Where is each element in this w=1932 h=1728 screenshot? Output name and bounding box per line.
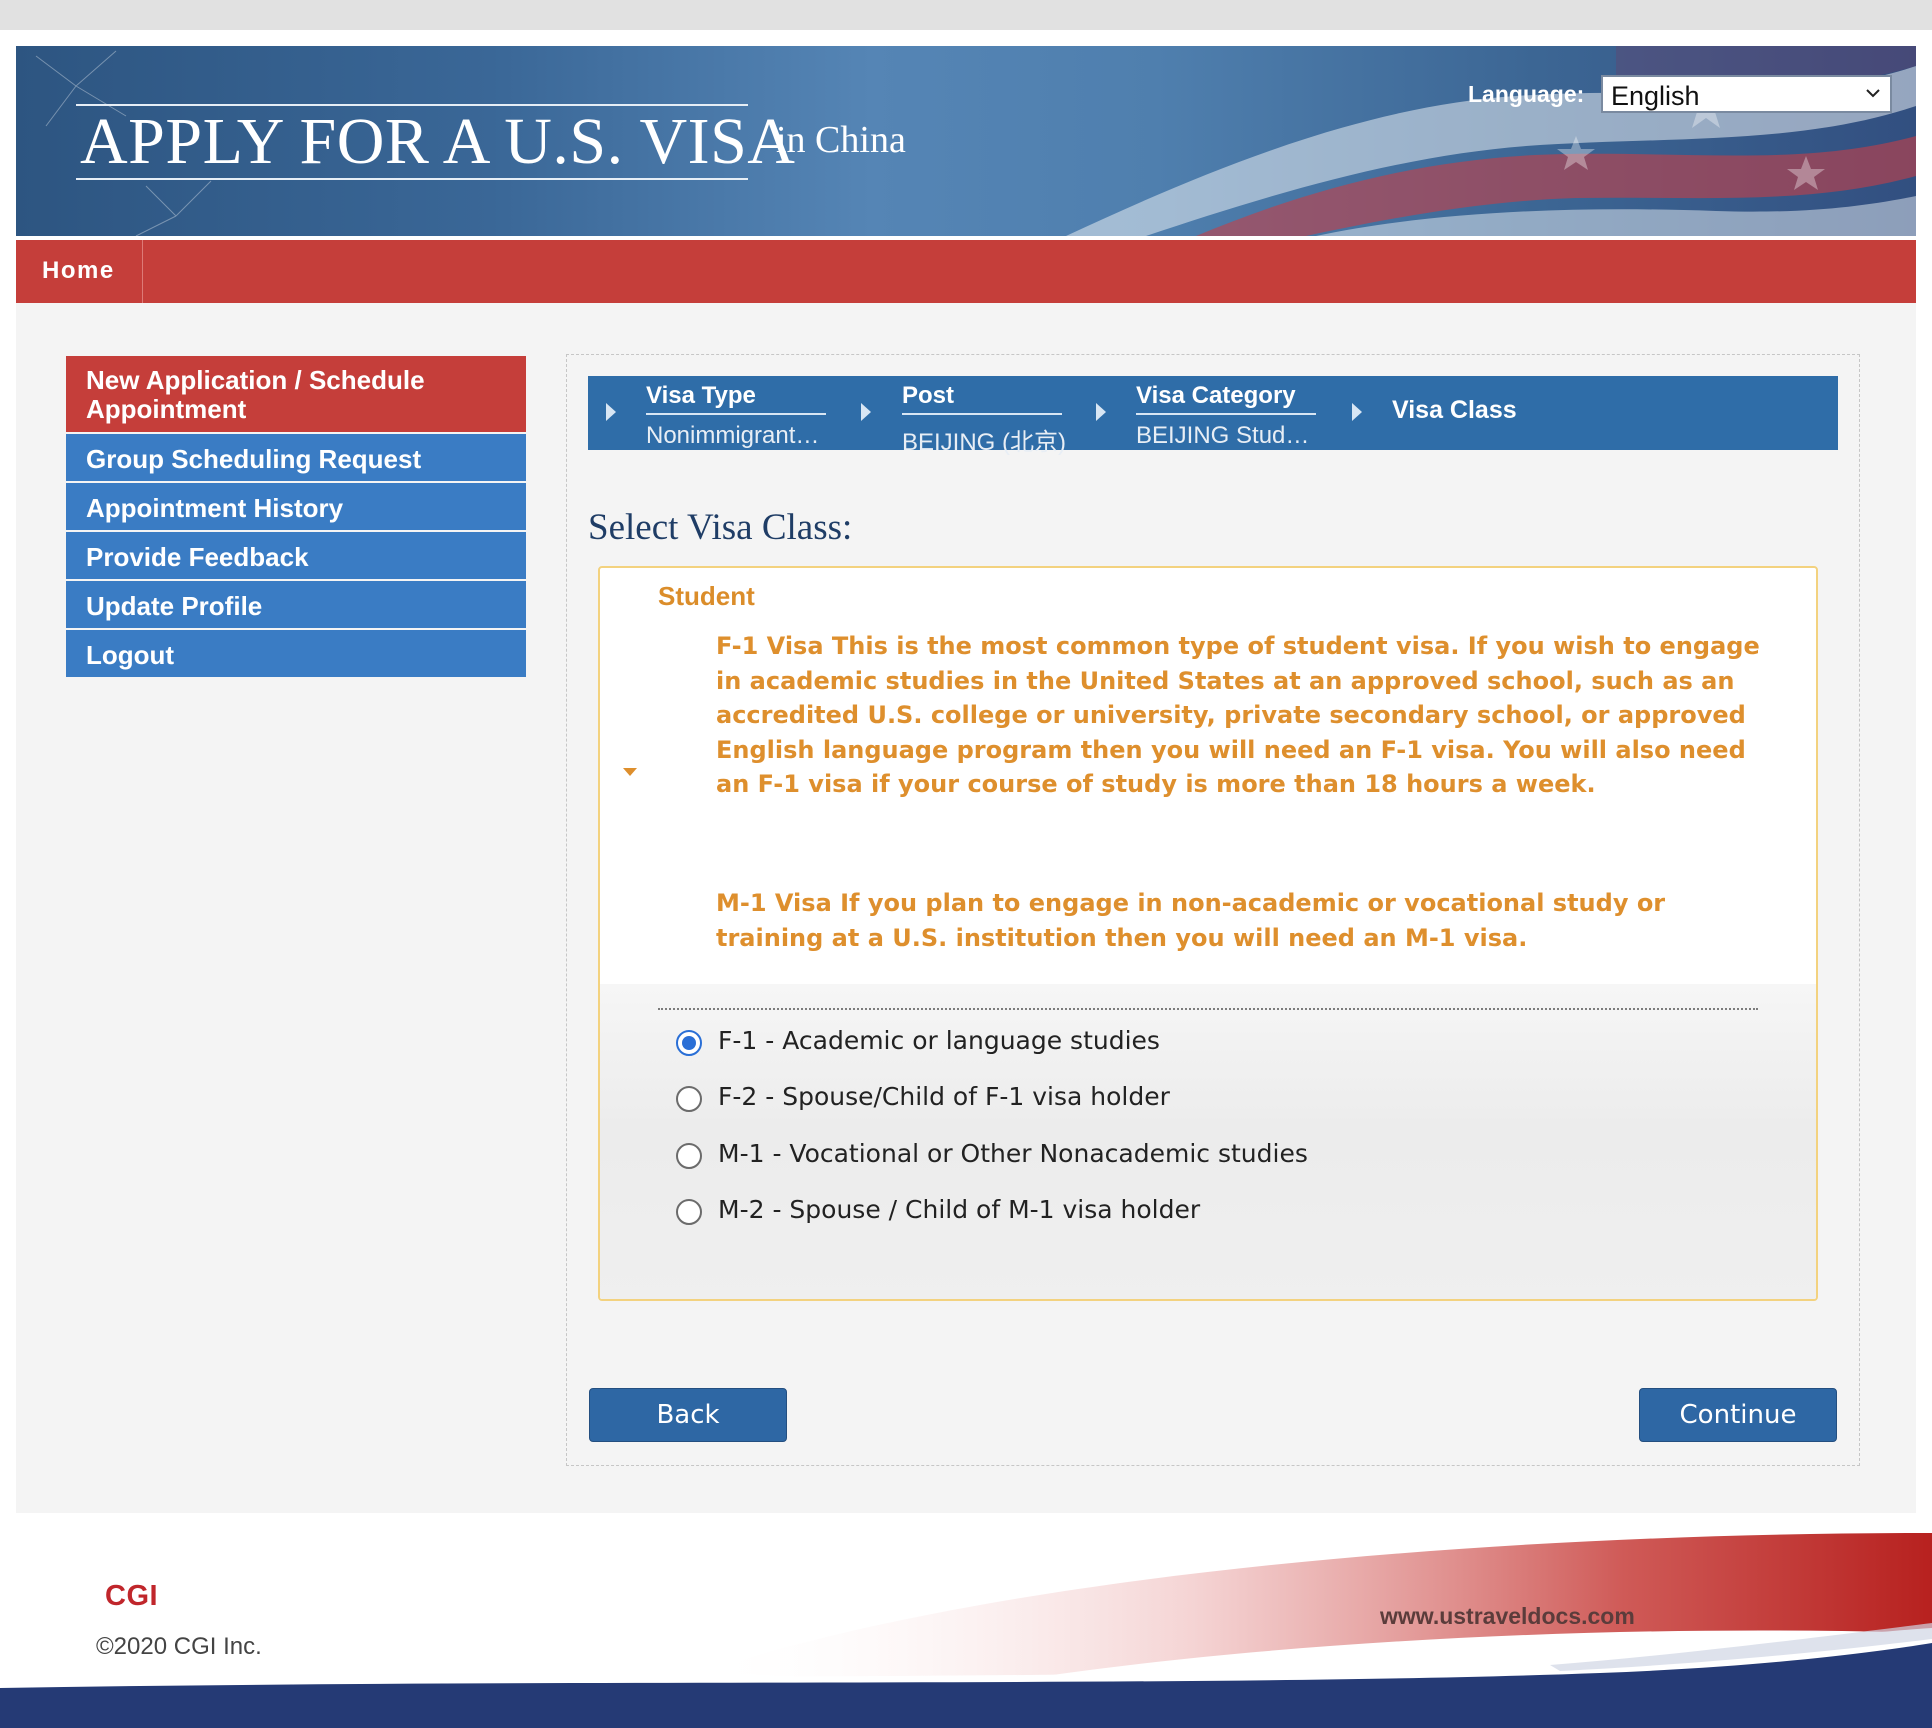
chevron-down-icon [1866,89,1880,98]
sidebar-item-provide-feedback[interactable]: Provide Feedback [66,532,526,579]
sidebar-item-new-application[interactable]: New Application / Schedule Appointment [66,356,526,432]
language-selected-value: English [1611,81,1700,111]
m1-description: M-1 Visa If you plan to engage in non-ac… [716,889,1666,952]
sidebar-item-update-profile[interactable]: Update Profile [66,581,526,628]
language-label: Language: [1468,81,1585,107]
caret-down-icon[interactable] [623,768,637,778]
radio-button[interactable] [676,1086,702,1112]
header-banner: APPLY FOR A U.S. VISA in China Language:… [16,46,1916,236]
breadcrumb-step-post[interactable]: Post BEIJING (北京) [902,382,1066,457]
option-label: F-2 - Spouse/Child of F-1 visa holder [718,1082,1170,1111]
radio-button-checked[interactable] [676,1030,702,1056]
chevron-right-icon [1096,403,1106,421]
chevron-right-icon [861,403,871,421]
option-label: M-2 - Spouse / Child of M-1 visa holder [718,1195,1201,1224]
top-nav-bar: Home [16,240,1916,303]
divider [658,1008,1758,1010]
breadcrumb-step-label: Visa Type [646,382,826,415]
copyright-text: ©2020 CGI Inc. [96,1633,262,1660]
chevron-right-icon [1352,403,1362,421]
browser-top-strip [0,0,1932,30]
cgi-logo: CGI [105,1580,159,1612]
back-button[interactable]: Back [589,1388,787,1442]
option-label: F-1 - Academic or language studies [718,1026,1160,1055]
breadcrumb: Visa Type Nonimmigrant… Post BEIJING (北京… [588,376,1838,456]
page-title: APPLY FOR A U.S. VISA [80,105,796,178]
language-select[interactable]: English [1601,75,1892,113]
breadcrumb-step-value: BEIJING (北京) [902,429,1067,456]
breadcrumb-step-value: BEIJING Stud… [1136,422,1310,449]
sidebar-item-appointment-history[interactable]: Appointment History [66,483,526,530]
breadcrumb-step-label: Post [902,382,1062,415]
breadcrumb-step-visa-type[interactable]: Visa Type Nonimmigrant… [646,382,826,450]
breadcrumb-step-visa-class: Visa Class [1392,396,1517,424]
sidebar-menu: New Application / Schedule Appointment G… [66,356,526,679]
category-label: Student [658,581,755,611]
breadcrumb-step-value: Nonimmigrant… [646,422,820,449]
country-label: in China [776,119,906,161]
breadcrumb-step-visa-category[interactable]: Visa Category BEIJING Stud… [1136,382,1316,450]
sidebar-item-group-scheduling[interactable]: Group Scheduling Request [66,434,526,481]
radio-button[interactable] [676,1199,702,1225]
breadcrumb-step-label: Visa Category [1136,382,1316,415]
option-label: M-1 - Vocational or Other Nonacademic st… [718,1139,1308,1168]
footer-wave-graphic [0,1533,1932,1728]
chevron-right-icon [606,403,616,421]
site-url: www.ustraveldocs.com [1380,1603,1635,1629]
f1-description: F-1 Visa This is the most common type of… [716,632,1760,798]
radio-button[interactable] [676,1143,702,1169]
section-title: Select Visa Class: [588,507,853,548]
nav-home-link[interactable]: Home [16,240,143,303]
sidebar-item-logout[interactable]: Logout [66,630,526,677]
continue-button[interactable]: Continue [1639,1388,1837,1442]
